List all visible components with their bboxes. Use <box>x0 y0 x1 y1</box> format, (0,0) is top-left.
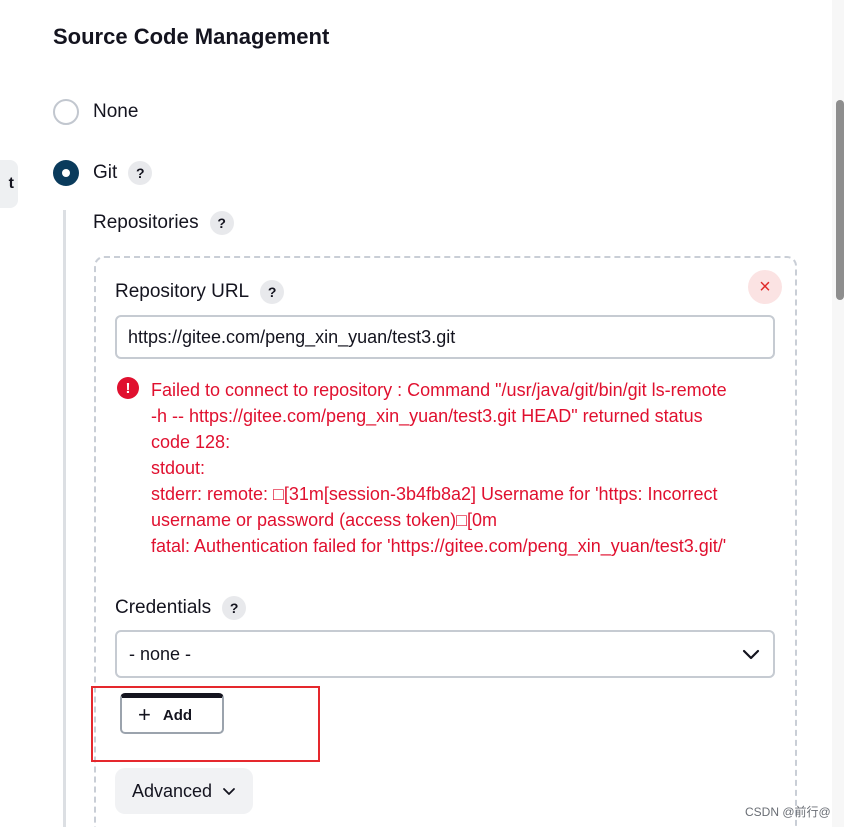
repo-url-label-row: Repository URL ? <box>115 280 285 304</box>
add-credentials-label: Add <box>162 706 193 724</box>
repo-url-label: Repository URL <box>115 281 250 302</box>
chevron-down-icon <box>223 788 235 795</box>
advanced-button[interactable]: Advanced <box>115 768 253 814</box>
credentials-label-row: Credentials ? <box>115 596 247 620</box>
credentials-help-icon[interactable]: ? <box>222 596 247 620</box>
scm-option-git[interactable]: Git ? <box>53 160 153 186</box>
error-icon: ! <box>117 377 139 399</box>
credentials-selected-value: - none - <box>129 643 192 664</box>
error-line: Failed to connect to repository : Comman… <box>151 380 727 400</box>
radio-none[interactable] <box>53 99 79 125</box>
section-title: Source Code Management <box>53 24 330 49</box>
radio-git-label: Git <box>93 162 118 183</box>
advanced-label: Advanced <box>131 780 213 801</box>
credentials-label: Credentials <box>115 597 212 618</box>
error-line: code 128: <box>151 432 231 452</box>
radio-none-label: None <box>93 101 139 122</box>
repository-url-input[interactable] <box>115 315 775 359</box>
chevron-down-icon <box>742 649 760 660</box>
nesting-line <box>63 210 66 827</box>
error-line: -h -- https://gitee.com/peng_xin_yuan/te… <box>151 406 703 426</box>
error-line: stderr: remote: □[31m[session-3b4fb8a2] … <box>151 484 718 504</box>
side-tab[interactable]: t <box>0 160 18 208</box>
repo-url-help-icon[interactable]: ? <box>260 280 285 304</box>
error-line: stdout: <box>151 458 206 478</box>
watermark: CSDN @前行@ <box>745 805 831 819</box>
git-help-icon[interactable]: ? <box>128 161 153 185</box>
repositories-label: Repositories <box>93 212 199 233</box>
plus-icon: + <box>138 702 151 727</box>
repositories-label-row: Repositories ? <box>93 211 234 235</box>
error-line: username or password (access token)□[0m <box>151 510 498 530</box>
credentials-select[interactable]: - none - <box>115 630 775 678</box>
radio-git[interactable] <box>53 160 79 186</box>
error-message: Failed to connect to repository : Comman… <box>151 377 791 559</box>
scrollbar-thumb[interactable] <box>836 100 844 300</box>
error-line: fatal: Authentication failed for 'https:… <box>151 536 727 556</box>
side-tab-label: t <box>8 175 14 192</box>
remove-repository-button[interactable]: × <box>748 270 782 304</box>
add-credentials-button[interactable]: + Add <box>120 693 224 734</box>
scm-option-none[interactable]: None <box>53 99 138 125</box>
repositories-help-icon[interactable]: ? <box>209 211 234 235</box>
